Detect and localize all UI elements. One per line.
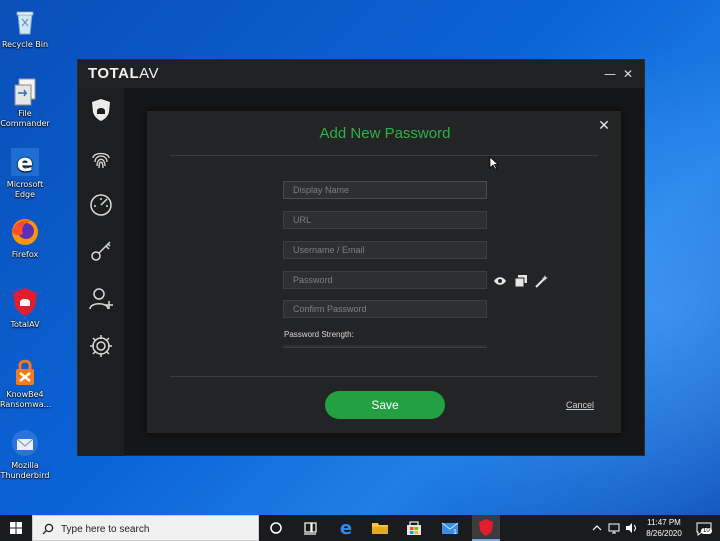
dialog-close-button[interactable]: ✕ — [596, 118, 612, 134]
taskbar-mail[interactable]: 1 — [436, 515, 466, 541]
svg-text:e: e — [340, 518, 352, 539]
folder-icon — [372, 523, 388, 534]
recycle-bin-icon — [9, 6, 41, 38]
minimize-icon: — — [604, 67, 616, 81]
show-password-button[interactable] — [493, 273, 507, 287]
dialog-title: Add New Password — [319, 125, 451, 142]
key-icon — [91, 241, 111, 261]
start-button[interactable] — [0, 515, 32, 541]
desktop-icon-thunderbird[interactable]: Mozilla Thunderbird — [0, 427, 50, 481]
close-icon: ✕ — [598, 118, 610, 134]
password-strength-label: Password Strength: — [284, 330, 354, 339]
close-icon: ✕ — [622, 67, 634, 81]
dialog-top-divider — [170, 155, 598, 156]
clock-date: 8/26/2020 — [646, 529, 682, 538]
save-button[interactable]: Save — [325, 391, 445, 419]
taskbar-search-box[interactable]: Type here to search — [32, 515, 259, 541]
network-icon — [608, 523, 620, 534]
app-sidebar — [78, 88, 124, 456]
windows-logo-icon — [10, 522, 22, 534]
chevron-up-icon — [592, 525, 602, 531]
generate-password-button[interactable] — [535, 273, 549, 288]
fingerprint-icon — [92, 152, 110, 169]
tray-show-hidden-button[interactable] — [590, 515, 604, 541]
thunderbird-icon — [9, 427, 41, 459]
action-center-button[interactable]: 10 — [692, 515, 716, 541]
mail-icon — [441, 522, 459, 534]
shield-icon — [92, 99, 110, 121]
app-logo: TOTALAV — [88, 65, 160, 82]
volume-icon — [626, 523, 636, 533]
username-email-input[interactable] — [283, 241, 487, 259]
tray-network-button[interactable] — [606, 515, 622, 541]
gear-icon — [90, 335, 112, 357]
desktop-icon-file-commander[interactable]: File Commander — [0, 75, 50, 129]
desktop-icon-recycle-bin[interactable]: Recycle Bin — [0, 6, 50, 50]
url-input[interactable] — [283, 211, 487, 229]
firefox-icon — [9, 216, 41, 248]
mail-badge: 1 — [453, 529, 457, 536]
desktop-icon-microsoft-edge[interactable]: e Microsoft Edge — [0, 146, 50, 200]
desktop-icon-firefox[interactable]: Firefox — [0, 216, 50, 260]
app-titlebar: TOTALAV — ✕ — [78, 60, 644, 88]
copy-password-button[interactable] — [514, 273, 528, 288]
speedometer-icon — [90, 194, 112, 216]
mouse-cursor-icon — [489, 155, 500, 170]
svg-text:e: e — [17, 149, 33, 177]
edge-icon: e — [9, 146, 41, 178]
task-view-button[interactable] — [297, 515, 323, 541]
sidebar-item-passwords[interactable] — [87, 237, 115, 265]
notification-count-badge: 10 — [701, 528, 712, 534]
tray-volume-button[interactable] — [623, 515, 639, 541]
ransomware-lock-icon — [9, 356, 41, 388]
file-commander-icon — [9, 75, 41, 107]
password-input[interactable] — [283, 271, 487, 289]
sidebar-item-performance[interactable] — [87, 190, 115, 218]
desktop-icon-totalav[interactable]: TotalAV — [0, 286, 50, 330]
taskbar-edge[interactable]: e — [333, 515, 359, 541]
store-bag-icon — [407, 521, 421, 535]
totalav-shield-icon — [9, 286, 41, 318]
sidebar-item-account[interactable] — [87, 285, 115, 313]
eye-icon — [494, 277, 506, 285]
search-placeholder: Type here to search — [61, 524, 150, 535]
window-close-button[interactable]: ✕ — [620, 66, 636, 82]
taskbar-store[interactable] — [401, 515, 427, 541]
cancel-link[interactable]: Cancel — [566, 400, 594, 410]
sidebar-item-identity[interactable] — [87, 144, 115, 172]
totalav-shield-icon — [479, 519, 493, 536]
cortana-circle-icon — [270, 522, 282, 534]
add-password-dialog: Add New Password ✕ Password Strength: Sa… — [146, 110, 622, 434]
sidebar-item-protection[interactable] — [87, 96, 115, 124]
edge-icon: e — [340, 518, 352, 539]
desktop-icon-knowbe4[interactable]: KnowBe4 Ransomwa... — [0, 356, 51, 410]
dialog-bottom-divider — [170, 376, 598, 377]
password-strength-meter — [283, 345, 487, 348]
taskbar-file-explorer[interactable] — [367, 515, 393, 541]
taskbar: Type here to search e 1 11:47 PM 8/26/20… — [0, 515, 720, 541]
minimize-button[interactable]: — — [602, 66, 618, 82]
confirm-password-input[interactable] — [283, 300, 487, 318]
tray-clock[interactable]: 11:47 PM 8/26/2020 — [642, 515, 686, 541]
sidebar-item-settings[interactable] — [87, 332, 115, 360]
clock-time: 11:47 PM — [647, 518, 681, 527]
cortana-button[interactable] — [263, 515, 289, 541]
search-icon — [42, 523, 54, 535]
magic-wand-icon — [535, 275, 548, 288]
copy-icon — [514, 275, 527, 288]
display-name-input[interactable] — [283, 181, 487, 199]
taskbar-totalav[interactable] — [472, 515, 500, 541]
add-user-icon — [89, 288, 113, 310]
task-view-icon — [304, 522, 317, 535]
